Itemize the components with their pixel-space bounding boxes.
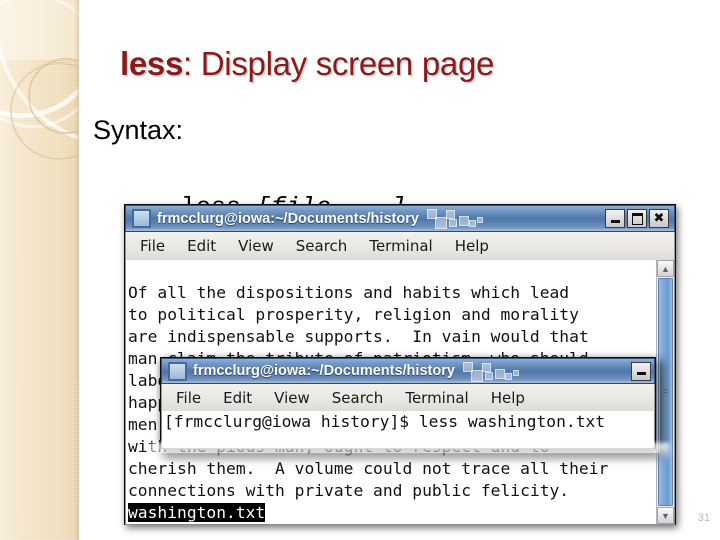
- terminal-output-front[interactable]: [frmcclurg@iowa history]$ less washingto…: [161, 411, 655, 449]
- decorative-circle-b: [0, 0, 79, 128]
- terminal-line: are indispensable supports. In vain woul…: [128, 327, 589, 346]
- minimize-button[interactable]: [605, 209, 625, 228]
- titlebar-decoration-squares: [419, 206, 605, 231]
- syntax-label: Syntax:: [93, 115, 184, 145]
- decorative-band-edge: [74, 0, 79, 540]
- terminal-text-front: [frmcclurg@iowa history]$ less washingto…: [164, 411, 605, 433]
- slide-canvas: less: Display screen page Syntax: less […: [0, 0, 720, 540]
- terminal-line: cherish them. A volume could not trace a…: [128, 459, 609, 478]
- scrollbar-down-button[interactable]: ▼: [657, 507, 674, 524]
- menu-item-terminal[interactable]: Terminal: [405, 389, 468, 407]
- titlebar-front[interactable]: frmcclurg@iowa:~/Documents/history: [161, 358, 655, 384]
- maximize-button[interactable]: [627, 209, 647, 228]
- scrollbar-thumb[interactable]: [658, 278, 673, 506]
- decorative-top-block: [0, 0, 79, 60]
- decorative-circle-outer: [0, 0, 79, 148]
- window-title-back: frmcclurg@iowa:~/Documents/history: [157, 210, 419, 227]
- menu-item-search[interactable]: Search: [296, 237, 348, 255]
- decorative-circle-d: [10, 62, 79, 160]
- decorative-circle-c: [28, 58, 79, 134]
- titlebar-decoration-squares: [455, 359, 631, 383]
- window-buttons-front[interactable]: [631, 361, 651, 381]
- close-icon: ✖: [653, 211, 665, 226]
- titlebar-back[interactable]: frmcclurg@iowa:~/Documents/history ✖: [125, 205, 675, 232]
- terminal-line: Of all the dispositions and habits which…: [128, 283, 570, 302]
- page-title-rest: : Display screen page: [183, 45, 495, 82]
- close-button[interactable]: ✖: [649, 209, 669, 228]
- terminal-window-icon: [168, 361, 187, 381]
- less-status-line: washington.txt: [128, 503, 266, 522]
- menu-item-view[interactable]: View: [274, 389, 310, 407]
- menu-item-view[interactable]: View: [238, 237, 274, 255]
- menu-item-help[interactable]: Help: [455, 237, 489, 255]
- menu-item-file[interactable]: File: [140, 237, 165, 255]
- page-title: less: Display screen page: [120, 44, 680, 84]
- decorative-sidebar-band: [0, 0, 79, 540]
- terminal-window-front[interactable]: frmcclurg@iowa:~/Documents/history File …: [160, 357, 656, 449]
- slide-page-number: 31: [697, 512, 710, 524]
- scrollbar-up-button[interactable]: ▲: [657, 260, 674, 277]
- terminal-line: to political prosperity, religion and mo…: [128, 305, 579, 324]
- window-buttons-back[interactable]: ✖: [605, 209, 671, 228]
- minimize-button[interactable]: [631, 361, 651, 381]
- maximize-icon: [631, 212, 643, 225]
- menubar-front[interactable]: File Edit View Search Terminal Help: [161, 384, 655, 411]
- terminal-prompt-line: [frmcclurg@iowa history]$ less washingto…: [164, 412, 606, 431]
- scrollbar-grip-icon: [663, 389, 668, 394]
- minimize-icon: [610, 219, 620, 223]
- menubar-back[interactable]: File Edit View Search Terminal Help: [125, 232, 675, 260]
- menu-item-file[interactable]: File: [176, 389, 201, 407]
- terminal-window-icon: [132, 209, 151, 228]
- window-title-front: frmcclurg@iowa:~/Documents/history: [193, 363, 455, 379]
- menu-item-search[interactable]: Search: [332, 389, 384, 407]
- decorative-circle-a: [0, 0, 79, 118]
- menu-item-edit[interactable]: Edit: [187, 237, 216, 255]
- menu-item-terminal[interactable]: Terminal: [369, 237, 432, 255]
- minimize-icon: [636, 372, 646, 375]
- menu-item-help[interactable]: Help: [491, 389, 525, 407]
- terminal-line: connections with private and public feli…: [128, 481, 570, 500]
- page-title-command: less: [120, 45, 184, 82]
- menu-item-edit[interactable]: Edit: [223, 389, 252, 407]
